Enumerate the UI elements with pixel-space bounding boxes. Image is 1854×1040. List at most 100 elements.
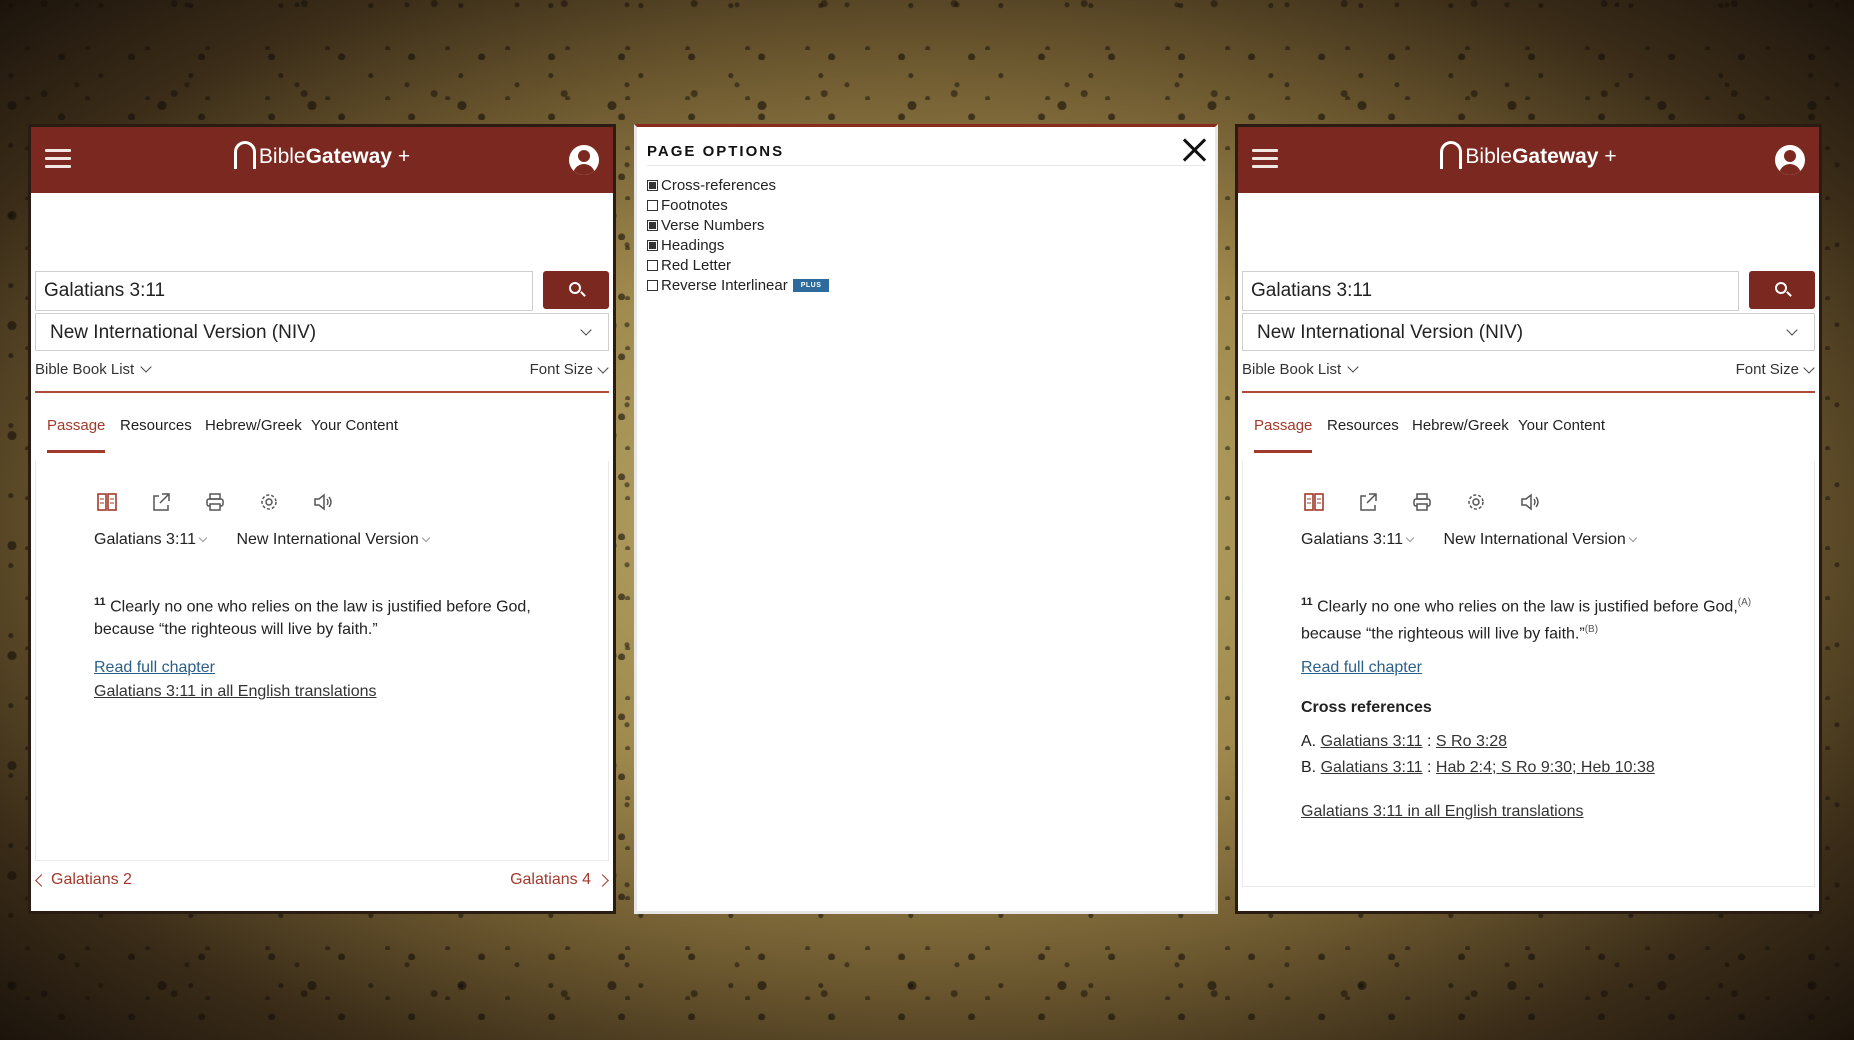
all-translations-link[interactable]: Galatians 3:11 in all English translatio…: [1301, 803, 1584, 821]
logo-plus: +: [1604, 145, 1617, 168]
option-label: Verse Numbers: [661, 216, 765, 234]
divider: [1242, 391, 1815, 393]
option-reverse-interlinear[interactable]: Reverse Interlinear PLUS: [647, 275, 830, 295]
version-select[interactable]: New International Version (NIV): [35, 313, 609, 351]
search-button[interactable]: [543, 271, 609, 309]
cross-ref-source-link[interactable]: Galatians 3:11: [1321, 759, 1423, 776]
font-size-label: Font Size: [529, 361, 593, 378]
cross-ref-source-link[interactable]: Galatians 3:11: [1321, 733, 1423, 750]
account-icon[interactable]: [569, 145, 599, 175]
passage-content: Galatians 3:11 New International Version…: [35, 461, 609, 861]
tab-hebrew-greek[interactable]: Hebrew/Greek: [1412, 417, 1509, 450]
account-icon[interactable]: [1775, 145, 1805, 175]
cross-ref-letter: B.: [1301, 759, 1317, 776]
top-bar: BibleGateway +: [31, 127, 613, 193]
settings-icon[interactable]: [1465, 491, 1487, 513]
cross-ref-separator: :: [1422, 733, 1436, 750]
version-select-value: New International Version (NIV): [1257, 322, 1524, 343]
option-footnotes[interactable]: Footnotes: [647, 195, 829, 215]
chevron-down-icon: [1803, 362, 1815, 374]
search-row: [1242, 271, 1815, 311]
print-icon[interactable]: [1411, 491, 1433, 513]
next-chapter-link[interactable]: Galatians 4: [510, 871, 609, 889]
chevron-right-icon: [596, 874, 609, 887]
passage-reference: Galatians 3:11: [94, 531, 196, 548]
logo-text-gateway: Gateway: [305, 145, 392, 168]
chevron-down-icon: [1786, 324, 1798, 336]
share-icon[interactable]: [150, 491, 172, 513]
tab-passage[interactable]: Passage: [1254, 417, 1313, 453]
chevron-left-icon: [35, 874, 48, 887]
logo-text-gateway: Gateway: [1512, 145, 1599, 168]
bible-book-list-toggle[interactable]: Bible Book List: [35, 361, 152, 378]
all-translations-link[interactable]: Galatians 3:11 in all English translatio…: [94, 683, 377, 701]
tab-hebrew-greek[interactable]: Hebrew/Greek: [205, 417, 302, 450]
checkbox-checked[interactable]: [647, 179, 658, 191]
option-label: Footnotes: [661, 196, 728, 214]
passage-reference-dropdown[interactable]: Galatians 3:11: [94, 531, 208, 549]
tab-resources[interactable]: Resources: [1327, 417, 1399, 450]
cross-ref-letter: A.: [1301, 733, 1317, 750]
option-label: Red Letter: [661, 256, 732, 274]
logo-text-bible: Bible: [258, 145, 306, 168]
passage-search-input[interactable]: [35, 271, 533, 311]
option-verse-numbers[interactable]: Verse Numbers: [647, 215, 829, 235]
checkbox-unchecked[interactable]: [647, 199, 658, 211]
passage-search-input[interactable]: [1242, 271, 1739, 311]
settings-icon[interactable]: [258, 491, 280, 513]
tab-bar: Passage Resources Hebrew/Greek Your Cont…: [47, 417, 609, 457]
tab-resources[interactable]: Resources: [120, 417, 192, 450]
bible-book-list-toggle[interactable]: Bible Book List: [1242, 361, 1359, 378]
cross-ref-target-link[interactable]: Hab 2:4; S Ro 9:30; Heb 10:38: [1436, 759, 1655, 776]
search-row: [35, 271, 609, 311]
search-button[interactable]: [1749, 271, 1815, 309]
checkbox-checked[interactable]: [647, 239, 658, 251]
chapter-pager: Galatians 2 Galatians 4: [35, 871, 609, 893]
previous-chapter-link[interactable]: Galatians 2: [35, 871, 132, 889]
version-reference: New International Version: [1443, 531, 1626, 548]
logo-plus: +: [397, 145, 411, 168]
biblegateway-logo[interactable]: BibleGateway +: [31, 141, 613, 169]
tab-your-content[interactable]: Your Content: [1518, 417, 1605, 450]
share-icon[interactable]: [1357, 491, 1379, 513]
version-reference-dropdown[interactable]: New International Version: [236, 531, 431, 549]
cross-ref-separator: :: [1422, 759, 1436, 776]
read-full-chapter-link[interactable]: Read full chapter: [1301, 659, 1422, 677]
passage-reference-dropdown[interactable]: Galatians 3:11: [1301, 531, 1415, 549]
font-size-toggle[interactable]: Font Size: [530, 361, 609, 378]
footnote-b-link[interactable]: (B): [1585, 624, 1598, 635]
cross-ref-target-link[interactable]: S Ro 3:28: [1436, 733, 1507, 750]
parallel-icon[interactable]: [1303, 491, 1325, 513]
tab-passage[interactable]: Passage: [47, 417, 106, 453]
close-icon[interactable]: [1181, 137, 1207, 163]
font-size-toggle[interactable]: Font Size: [1736, 361, 1815, 378]
version-reference: New International Version: [236, 531, 419, 548]
option-cross-references[interactable]: Cross-references: [647, 175, 829, 195]
footnote-a-link[interactable]: (A): [1738, 597, 1751, 608]
checkbox-unchecked[interactable]: [647, 259, 658, 271]
passage-reference: Galatians 3:11: [1301, 531, 1403, 548]
book-list-label: Bible Book List: [1242, 361, 1342, 378]
version-select[interactable]: New International Version (NIV): [1242, 313, 1815, 351]
page-options-title: PAGE OPTIONS: [647, 143, 785, 160]
audio-icon[interactable]: [312, 491, 334, 513]
option-headings[interactable]: Headings: [647, 235, 829, 255]
version-select-value: New International Version (NIV): [50, 322, 317, 343]
verse-line-2: because “the righteous will live by fait…: [94, 621, 378, 639]
version-reference-dropdown[interactable]: New International Version: [1443, 531, 1638, 549]
book-list-label: Bible Book List: [35, 361, 135, 378]
tab-your-content[interactable]: Your Content: [311, 417, 398, 450]
chevron-down-icon: [140, 361, 152, 373]
print-icon[interactable]: [204, 491, 226, 513]
audio-icon[interactable]: [1519, 491, 1541, 513]
parallel-icon[interactable]: [96, 491, 118, 513]
checkbox-unchecked[interactable]: [647, 279, 658, 291]
biblegateway-logo[interactable]: BibleGateway +: [1238, 141, 1819, 169]
checkbox-checked[interactable]: [647, 219, 658, 231]
verse-text: 11 Clearly no one who relies on the law …: [94, 591, 556, 641]
verse-number: 11: [94, 596, 106, 608]
option-red-letter[interactable]: Red Letter: [647, 255, 829, 275]
font-size-label: Font Size: [1735, 361, 1799, 378]
chevron-down-icon: [1405, 533, 1415, 543]
read-full-chapter-link[interactable]: Read full chapter: [94, 659, 215, 677]
